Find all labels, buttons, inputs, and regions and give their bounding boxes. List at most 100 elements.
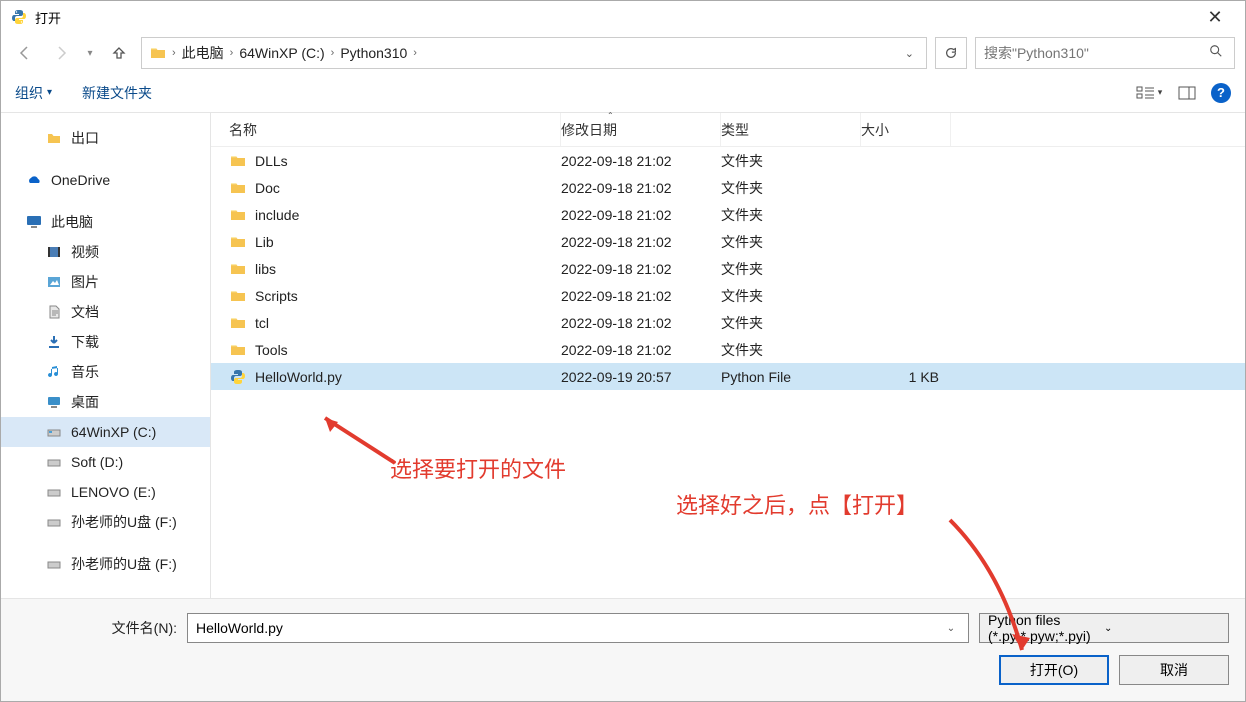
- organize-menu[interactable]: 组织 ▾: [15, 83, 52, 103]
- file-type: 文件夹: [721, 286, 861, 306]
- sidebar-item-drive-f2[interactable]: 孙老师的U盘 (F:): [1, 549, 210, 579]
- sidebar-item-pictures[interactable]: 图片: [1, 267, 210, 297]
- file-type: 文件夹: [721, 205, 861, 225]
- bottom-bar: 文件名(N): ⌄ Python files (*.py;*.pyw;*.pyi…: [1, 598, 1245, 701]
- sidebar-item-music[interactable]: 音乐: [1, 357, 210, 387]
- python-icon: [11, 9, 27, 25]
- drive-icon: [45, 423, 63, 441]
- help-button[interactable]: ?: [1211, 83, 1231, 103]
- python-file-icon: [229, 368, 247, 386]
- sidebar-item-onedrive[interactable]: OneDrive: [1, 165, 210, 195]
- file-date: 2022-09-18 21:02: [561, 180, 721, 196]
- file-size: 1 KB: [861, 369, 951, 385]
- file-type: 文件夹: [721, 178, 861, 198]
- file-row[interactable]: Doc 2022-09-18 21:02文件夹: [211, 174, 1245, 201]
- file-name: Scripts: [255, 288, 298, 304]
- file-name: include: [255, 207, 299, 223]
- file-date: 2022-09-18 21:02: [561, 288, 721, 304]
- file-name: libs: [255, 261, 276, 277]
- folder-icon: [148, 43, 168, 63]
- sidebar-item-thispc[interactable]: 此电脑: [1, 207, 210, 237]
- titlebar: 打开 ✕: [1, 1, 1245, 33]
- chevron-down-icon: ⌄: [1104, 623, 1220, 634]
- breadcrumb[interactable]: › 此电脑 › 64WinXP (C:) › Python310 › ⌄: [141, 37, 927, 69]
- breadcrumb-root[interactable]: 此电脑: [176, 43, 230, 63]
- search-box[interactable]: [975, 37, 1235, 69]
- folder-icon: [229, 233, 247, 251]
- sidebar-item-drive-f[interactable]: 孙老师的U盘 (F:): [1, 507, 210, 537]
- breadcrumb-drive[interactable]: 64WinXP (C:): [233, 45, 330, 61]
- file-name: tcl: [255, 315, 269, 331]
- file-row[interactable]: HelloWorld.py2022-09-19 20:57Python File…: [211, 363, 1245, 390]
- file-type: 文件夹: [721, 232, 861, 252]
- documents-icon: [45, 303, 63, 321]
- forward-button[interactable]: [47, 39, 75, 67]
- file-name: Lib: [255, 234, 274, 250]
- file-name: Tools: [255, 342, 288, 358]
- open-button[interactable]: 打开(O): [999, 655, 1109, 685]
- sidebar-item-videos[interactable]: 视频: [1, 237, 210, 267]
- folder-icon: [45, 129, 63, 147]
- file-date: 2022-09-18 21:02: [561, 234, 721, 250]
- chevron-down-icon[interactable]: ⌄: [905, 47, 914, 60]
- new-folder-button[interactable]: 新建文件夹: [82, 83, 152, 103]
- sidebar-item-export[interactable]: 出口: [1, 123, 210, 153]
- up-button[interactable]: [105, 39, 133, 67]
- file-row[interactable]: Tools2022-09-18 21:02文件夹: [211, 336, 1245, 363]
- column-size[interactable]: 大小: [861, 113, 951, 146]
- drive-icon: [45, 483, 63, 501]
- sidebar-item-drive-e[interactable]: LENOVO (E:): [1, 477, 210, 507]
- column-type[interactable]: 类型: [721, 113, 861, 146]
- filename-label: 文件名(N):: [97, 618, 177, 638]
- downloads-icon: [45, 333, 63, 351]
- column-name[interactable]: 名称: [221, 113, 561, 146]
- onedrive-icon: [25, 171, 43, 189]
- cancel-button[interactable]: 取消: [1119, 655, 1229, 685]
- file-type-filter[interactable]: Python files (*.py;*.pyw;*.pyi) ⌄: [979, 613, 1229, 643]
- filename-input[interactable]: [196, 620, 942, 636]
- chevron-down-icon[interactable]: ⌄: [942, 623, 960, 634]
- search-icon[interactable]: [1206, 44, 1226, 63]
- file-row[interactable]: Scripts 2022-09-18 21:02文件夹: [211, 282, 1245, 309]
- dialog-title: 打开: [35, 8, 1195, 27]
- view-options-button[interactable]: ▾: [1135, 79, 1163, 107]
- pictures-icon: [45, 273, 63, 291]
- sidebar-item-drive-c[interactable]: 64WinXP (C:): [1, 417, 210, 447]
- preview-pane-button[interactable]: [1173, 79, 1201, 107]
- search-input[interactable]: [984, 45, 1206, 61]
- file-row[interactable]: tcl2022-09-18 21:02文件夹: [211, 309, 1245, 336]
- filename-combobox[interactable]: ⌄: [187, 613, 969, 643]
- file-type: 文件夹: [721, 151, 861, 171]
- file-name: HelloWorld.py: [255, 369, 342, 385]
- file-date: 2022-09-18 21:02: [561, 153, 721, 169]
- navigation-row: ▾ › 此电脑 › 64WinXP (C:) › Python310 › ⌄: [1, 33, 1245, 73]
- folder-icon: [229, 287, 247, 305]
- sidebar-item-downloads[interactable]: 下载: [1, 327, 210, 357]
- toolbar: 组织 ▾ 新建文件夹 ▾ ?: [1, 73, 1245, 113]
- file-name: Doc: [255, 180, 280, 196]
- sidebar-item-desktop[interactable]: 桌面: [1, 387, 210, 417]
- file-row[interactable]: Lib 2022-09-18 21:02文件夹: [211, 228, 1245, 255]
- desktop-icon: [45, 393, 63, 411]
- file-type: 文件夹: [721, 340, 861, 360]
- file-list[interactable]: DLLs2022-09-18 21:02文件夹Doc2022-09-18 21:…: [211, 147, 1245, 598]
- column-headers[interactable]: ⌃ 名称 修改日期 类型 大小: [211, 113, 1245, 147]
- sort-indicator-icon: ⌃: [607, 111, 614, 120]
- chevron-down-icon: ▾: [47, 87, 52, 98]
- close-button[interactable]: ✕: [1195, 7, 1235, 28]
- column-modified[interactable]: 修改日期: [561, 113, 721, 146]
- file-row[interactable]: libs2022-09-18 21:02文件夹: [211, 255, 1245, 282]
- back-button[interactable]: [11, 39, 39, 67]
- folder-icon: [229, 179, 247, 197]
- file-row[interactable]: DLLs 2022-09-18 21:02文件夹: [211, 147, 1245, 174]
- chevron-right-icon: ›: [413, 47, 417, 59]
- sidebar-item-documents[interactable]: 文档: [1, 297, 210, 327]
- file-date: 2022-09-18 21:02: [561, 261, 721, 277]
- file-name: DLLs: [255, 153, 288, 169]
- file-row[interactable]: include2022-09-18 21:02文件夹: [211, 201, 1245, 228]
- sidebar-item-drive-d[interactable]: Soft (D:): [1, 447, 210, 477]
- breadcrumb-folder[interactable]: Python310: [334, 45, 413, 61]
- refresh-button[interactable]: [935, 37, 967, 69]
- recent-dropdown[interactable]: ▾: [83, 39, 97, 67]
- videos-icon: [45, 243, 63, 261]
